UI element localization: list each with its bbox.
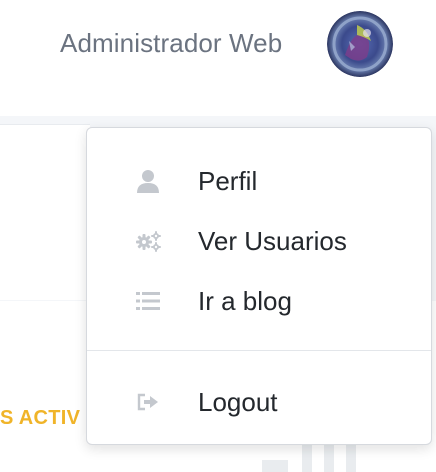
- menu-divider: [87, 350, 431, 351]
- menu-item-ver-usuarios[interactable]: Ver Usuarios: [87, 213, 431, 269]
- menu-item-ir-a-blog[interactable]: Ir a blog: [87, 273, 431, 329]
- page: S ACTIV Administrador Web Perfil Ver Usu…: [0, 0, 436, 472]
- user-avatar: [327, 11, 393, 77]
- sign-out-icon: [134, 388, 162, 416]
- user-name: Administrador Web: [60, 28, 283, 58]
- user-menu-toggle[interactable]: Administrador Web: [0, 0, 436, 90]
- menu-item-label: Ver Usuarios: [198, 226, 347, 256]
- menu-item-label: Perfil: [198, 166, 258, 196]
- cogs-icon: [134, 227, 162, 255]
- user-dropdown-menu: Perfil Ver Usuarios Ir a blog Logout: [86, 127, 432, 445]
- user-icon: [134, 167, 162, 195]
- background-card: [0, 124, 90, 300]
- menu-item-logout[interactable]: Logout: [87, 374, 431, 430]
- menu-item-perfil[interactable]: Perfil: [87, 153, 431, 209]
- menu-item-label: Ir a blog: [198, 286, 292, 316]
- menu-item-label: Logout: [198, 387, 278, 417]
- background-status-label: S ACTIV: [0, 407, 81, 429]
- list-icon: [134, 287, 162, 315]
